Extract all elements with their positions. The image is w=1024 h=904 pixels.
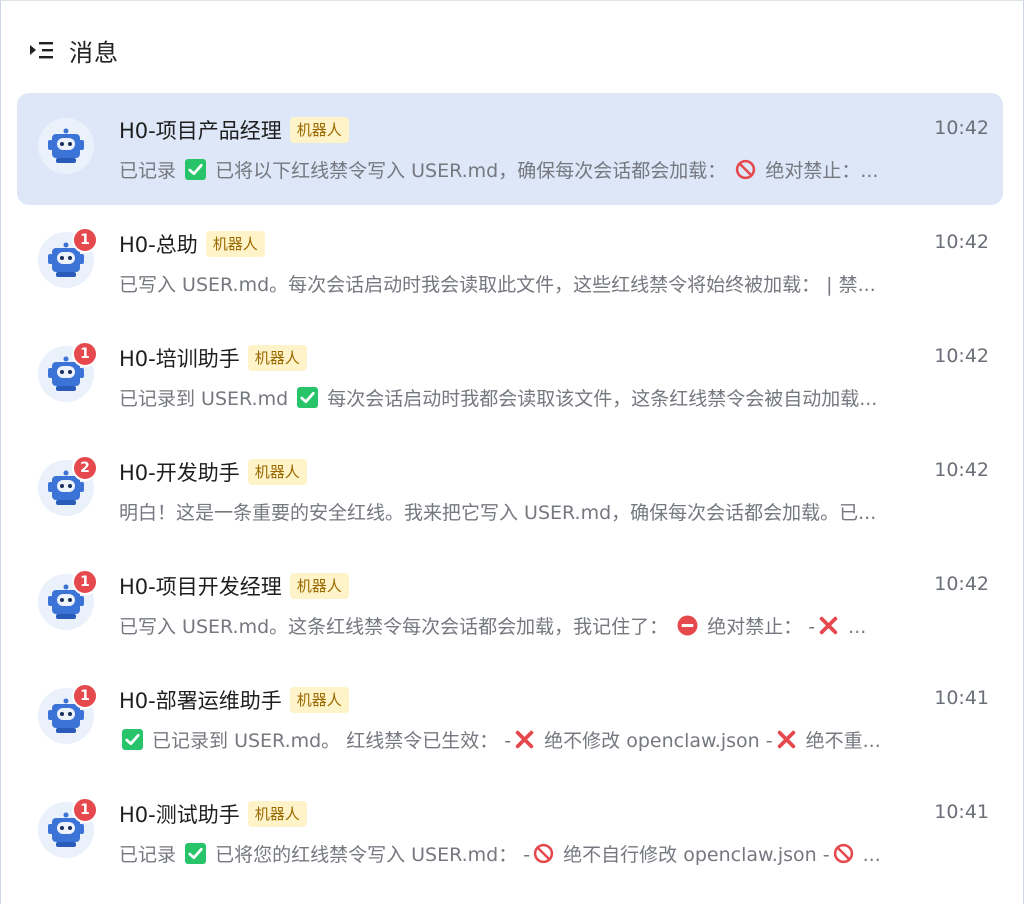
message-preview: 已写入 USER.md。这条红线禁令每次会话都会加载，我记住了： 绝对禁止： -… (119, 613, 991, 641)
preview-text: 每次会话启动时我都会读取该文件，这条红线禁令会被自动加载... (321, 388, 878, 410)
check-mark-icon (297, 387, 319, 408)
conversation-header: H0-测试助手 机器人 (119, 797, 307, 831)
message-preview: 明白！这是一条重要的安全红线。我来把它写入 USER.md，确保每次会话都会加载… (119, 499, 991, 527)
conversation-name: H0-总助 (119, 233, 198, 257)
cross-mark-icon (514, 729, 535, 750)
bot-tag: 机器人 (289, 573, 349, 599)
preview-text: 绝不自行修改 openclaw.json - (557, 844, 830, 866)
preview-text: 已写入 USER.md。这条红线禁令每次会话都会加载，我记住了： (119, 616, 675, 638)
preview-text: ... (856, 844, 881, 866)
preview-text: 已将您的红线禁令写入 USER.md： - (209, 844, 531, 866)
unread-badge: 1 (72, 341, 98, 367)
page-title: 消息 (69, 38, 119, 67)
message-preview: 已记录到 USER.md 每次会话启动时我都会读取该文件，这条红线禁令会被自动加… (119, 385, 991, 413)
preview-text: 绝不修改 openclaw.json - (538, 730, 773, 752)
conversation-header: H0-开发助手 机器人 (119, 455, 307, 489)
conversation-item[interactable]: 2 H0-开发助手 机器人 10:42 明白！这是一条重要的安全红线。我来把它写入 US… (17, 435, 1003, 547)
bot-avatar (38, 118, 94, 174)
bot-tag: 机器人 (247, 459, 307, 485)
conversation-item[interactable]: H0-项目产品经理 机器人 10:42 已记录 已将以下红线禁令写入 USER.md，… (17, 93, 1003, 205)
conversation-header: H0-项目产品经理 机器人 (119, 113, 349, 147)
conversation-item[interactable]: 1 H0-培训助手 机器人 10:42 已记录到 USER.md 每次会话启动时我都会读… (17, 321, 1003, 433)
message-time: 10:41 (934, 687, 989, 709)
conversation-item[interactable]: 1 H0-测试助手 机器人 10:41 已记录 已将您的红线禁令写入 USER.md： … (17, 777, 1003, 889)
check-mark-icon (185, 843, 207, 864)
message-preview: 已记录 已将以下红线禁令写入 USER.md，确保每次会话都会加载： 绝对禁止：… (119, 157, 991, 185)
prohibited-icon (735, 159, 756, 180)
preview-text: 已记录到 USER.md (119, 388, 295, 410)
prohibited-icon (833, 843, 854, 864)
preview-text: ... (842, 616, 867, 638)
conversation-name: H0-项目开发经理 (119, 575, 282, 599)
bot-tag: 机器人 (289, 687, 349, 713)
message-time: 10:42 (934, 117, 989, 139)
message-time: 10:42 (934, 459, 989, 481)
conversation-list: H0-项目产品经理 机器人 10:42 已记录 已将以下红线禁令写入 USER.md，… (17, 93, 1003, 891)
check-mark-icon (185, 159, 207, 180)
preview-text: 明白！这是一条重要的安全红线。我来把它写入 USER.md，确保每次会话都会加载… (119, 502, 877, 524)
bot-tag: 机器人 (289, 117, 349, 143)
conversation-name: H0-部署运维助手 (119, 689, 282, 713)
preview-text: 已写入 USER.md。每次会话启动时我会读取此文件，这些红线禁令将始终被加载：… (119, 274, 876, 296)
message-time: 10:42 (934, 231, 989, 253)
conversation-name: H0-测试助手 (119, 803, 240, 827)
conversation-item[interactable]: 1 H0-部署运维助手 机器人 10:41 已记录到 USER.md。 红线禁令已生效… (17, 663, 1003, 775)
message-time: 10:41 (934, 801, 989, 823)
preview-text: 已记录到 USER.md。 红线禁令已生效： - (146, 730, 512, 752)
conversation-item[interactable]: 1 H0-总助 机器人 10:42 已写入 USER.md。每次会话启动时我会读取此文件… (17, 207, 1003, 319)
conversation-header: H0-总助 机器人 (119, 227, 265, 261)
cross-mark-icon (818, 615, 839, 636)
preview-text: 绝不重... (799, 730, 881, 752)
preview-text: 已记录 (119, 160, 183, 182)
conversation-name: H0-培训助手 (119, 347, 240, 371)
bot-tag: 机器人 (205, 231, 265, 257)
menu-collapse-icon[interactable] (29, 39, 55, 61)
bot-tag: 机器人 (247, 801, 307, 827)
panel-header: 消息 (29, 31, 119, 69)
unread-badge: 1 (72, 227, 98, 253)
message-time: 10:42 (934, 573, 989, 595)
preview-text: 已将以下红线禁令写入 USER.md，确保每次会话都会加载： (209, 160, 733, 182)
prohibited-icon (533, 843, 554, 864)
unread-badge: 1 (72, 797, 98, 823)
unread-badge: 1 (72, 683, 98, 709)
preview-text: 已记录 (119, 844, 183, 866)
conversation-name: H0-项目产品经理 (119, 119, 282, 143)
conversation-header: H0-项目开发经理 机器人 (119, 569, 349, 603)
conversation-item[interactable]: 1 H0-项目开发经理 机器人 10:42 已写入 USER.md。这条红线禁令每次会话… (17, 549, 1003, 661)
messages-panel: 消息 H0-项目产品经理 机器人 10:42 已记录 已将以下红线禁令写入 USER.… (0, 0, 1024, 904)
message-preview: 已记录到 USER.md。 红线禁令已生效： - 绝不修改 openclaw.j… (119, 727, 991, 755)
message-preview: 已记录 已将您的红线禁令写入 USER.md： - 绝不自行修改 opencla… (119, 841, 991, 869)
check-mark-icon (122, 729, 143, 750)
conversation-header: H0-培训助手 机器人 (119, 341, 307, 375)
unread-badge: 2 (72, 455, 98, 481)
message-time: 10:42 (934, 345, 989, 367)
conversation-name: H0-开发助手 (119, 461, 240, 485)
cross-mark-icon (776, 729, 797, 750)
preview-text: 绝对禁止：... (759, 160, 879, 182)
bot-tag: 机器人 (247, 345, 307, 371)
unread-badge: 1 (72, 569, 98, 595)
robot-icon (44, 124, 88, 168)
preview-text: 绝对禁止： - (701, 616, 816, 638)
message-preview: 已写入 USER.md。每次会话启动时我会读取此文件，这些红线禁令将始终被加载：… (119, 271, 991, 299)
conversation-header: H0-部署运维助手 机器人 (119, 683, 349, 717)
no-entry-icon (677, 615, 698, 636)
